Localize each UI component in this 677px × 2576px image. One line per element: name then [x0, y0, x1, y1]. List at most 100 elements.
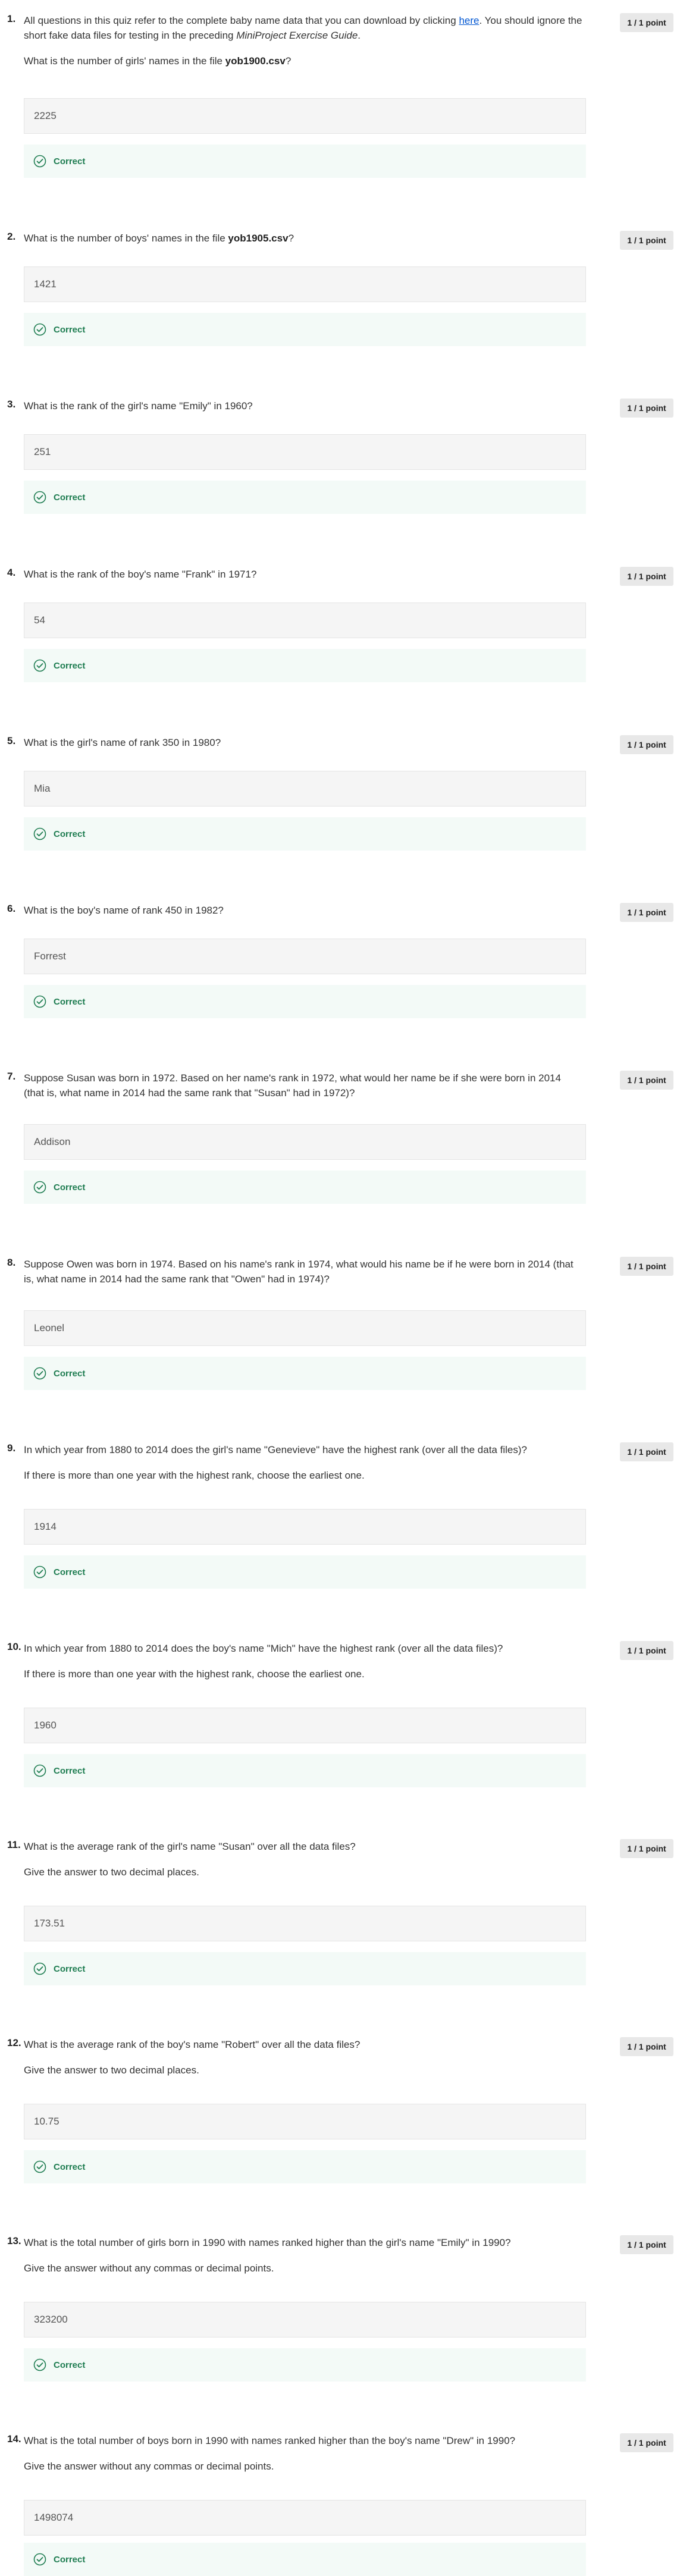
feedback-correct: Correct	[24, 649, 586, 682]
prompt-text: What is the total number of girls born i…	[24, 2237, 511, 2248]
question-hint: Give the answer to two decimal places.	[24, 1866, 199, 1878]
check-circle-icon	[33, 1565, 46, 1579]
question-text: What is the boy's name of rank 450 in 19…	[24, 905, 224, 916]
feedback-correct: Correct	[24, 985, 586, 1018]
feedback-label: Correct	[54, 492, 86, 503]
question-number: 8.	[7, 1257, 16, 1268]
question-text: Suppose Susan was born in 1972. Based on…	[24, 1072, 561, 1099]
check-circle-icon	[33, 995, 46, 1008]
answer-field[interactable]: 1421	[24, 266, 586, 302]
question-text: Suppose Owen was born in 1974. Based on …	[24, 1259, 573, 1285]
feedback-correct: Correct	[24, 2348, 586, 2382]
answer-field[interactable]: 10.75	[24, 2104, 586, 2139]
points-badge: 1 / 1 point	[620, 2037, 673, 2056]
prompt-text: In which year from 1880 to 2014 does the…	[24, 1444, 527, 1455]
check-circle-icon	[33, 2553, 46, 2566]
question-hint: If there is more than one year with the …	[24, 1668, 365, 1680]
points-badge: 1 / 1 point	[620, 13, 673, 32]
file-name: yob1900.csv	[225, 55, 286, 67]
feedback-correct: Correct	[24, 481, 586, 514]
feedback-label: Correct	[54, 996, 86, 1007]
question-text: What is the rank of the boy's name "Fran…	[24, 569, 257, 580]
question-number: 9.	[7, 1442, 16, 1454]
check-circle-icon	[33, 491, 46, 504]
answer-field[interactable]: 173.51	[24, 1906, 586, 1941]
feedback-label: Correct	[54, 324, 86, 335]
points-badge: 1 / 1 point	[620, 1257, 673, 1276]
points-badge: 1 / 1 point	[620, 1442, 673, 1461]
question-number: 5.	[7, 735, 16, 746]
points-badge: 1 / 1 point	[620, 903, 673, 922]
answer-field[interactable]: Leonel	[24, 1310, 586, 1346]
question-text: What is the total number of girls born i…	[24, 2235, 583, 2276]
intro-text: All questions in this quiz refer to the …	[24, 15, 459, 26]
feedback-correct: Correct	[24, 313, 586, 346]
feedback-correct: Correct	[24, 145, 586, 178]
answer-field[interactable]: Addison	[24, 1124, 586, 1160]
points-badge: 1 / 1 point	[620, 567, 673, 586]
feedback-correct: Correct	[24, 1555, 586, 1589]
question-number: 14.	[7, 2433, 21, 2445]
check-circle-icon	[33, 2160, 46, 2173]
check-circle-icon	[33, 827, 46, 840]
feedback-label: Correct	[54, 1182, 86, 1193]
intro-text-3: .	[358, 30, 361, 41]
question-text: What is the average rank of the girl's n…	[24, 1839, 583, 1880]
check-circle-icon	[33, 659, 46, 672]
check-circle-icon	[33, 2358, 46, 2371]
question-number: 11.	[7, 1839, 21, 1850]
check-circle-icon	[33, 1181, 46, 1194]
prompt-text: What is the total number of boys born in…	[24, 2435, 516, 2446]
answer-field[interactable]: 1498074	[24, 2500, 586, 2536]
points-badge: 1 / 1 point	[620, 399, 673, 418]
feedback-label: Correct	[54, 829, 86, 839]
feedback-correct: Correct	[24, 2543, 586, 2576]
feedback-label: Correct	[54, 2359, 86, 2370]
question-text: What is the girl's name of rank 350 in 1…	[24, 737, 221, 748]
question-number: 12.	[7, 2037, 21, 2048]
feedback-correct: Correct	[24, 1171, 586, 1204]
answer-field[interactable]: Mia	[24, 771, 586, 807]
question-number: 7.	[7, 1071, 16, 1082]
answer-field[interactable]: 1914	[24, 1509, 586, 1545]
answer-field[interactable]: 251	[24, 434, 586, 470]
check-circle-icon	[33, 323, 46, 336]
check-circle-icon	[33, 1367, 46, 1380]
feedback-label: Correct	[54, 1567, 86, 1577]
question-hint: Give the answer without any commas or de…	[24, 2461, 274, 2472]
answer-field[interactable]: 2225	[24, 98, 586, 134]
feedback-label: Correct	[54, 1963, 86, 1974]
answer-field[interactable]: 1960	[24, 1708, 586, 1743]
prompt-end: ?	[285, 55, 292, 67]
feedback-label: Correct	[54, 1765, 86, 1776]
prompt-text: What is the average rank of the boy's na…	[24, 2039, 361, 2050]
download-link[interactable]: here	[459, 15, 479, 26]
question-prompt: What is the number of girls' names in th…	[24, 54, 583, 68]
feedback-correct: Correct	[24, 2150, 586, 2183]
feedback-correct: Correct	[24, 1754, 586, 1787]
feedback-label: Correct	[54, 1368, 86, 1379]
answer-field[interactable]: 323200	[24, 2302, 586, 2337]
feedback-label: Correct	[54, 660, 86, 671]
answer-field[interactable]: Forrest	[24, 939, 586, 974]
feedback-correct: Correct	[24, 817, 586, 851]
prompt-end: ?	[288, 233, 294, 244]
question-hint: If there is more than one year with the …	[24, 1470, 365, 1481]
points-badge: 1 / 1 point	[620, 1839, 673, 1858]
check-circle-icon	[33, 155, 46, 168]
question-number: 13.	[7, 2235, 21, 2246]
answer-field[interactable]: 54	[24, 603, 586, 638]
prompt-text: What is the number of boys' names in the…	[24, 233, 228, 244]
points-badge: 1 / 1 point	[620, 231, 673, 250]
feedback-label: Correct	[54, 156, 86, 167]
question-number: 3.	[7, 399, 16, 410]
check-circle-icon	[33, 1962, 46, 1975]
points-badge: 1 / 1 point	[620, 2433, 673, 2452]
question-hint: Give the answer without any commas or de…	[24, 2263, 274, 2274]
question-text: What is the total number of boys born in…	[24, 2433, 583, 2474]
feedback-label: Correct	[54, 2554, 86, 2565]
question-number: 4.	[7, 567, 16, 578]
feedback-label: Correct	[54, 2161, 86, 2172]
question-text: In which year from 1880 to 2014 does the…	[24, 1641, 583, 1681]
prompt-text: What is the number of girls' names in th…	[24, 55, 225, 67]
